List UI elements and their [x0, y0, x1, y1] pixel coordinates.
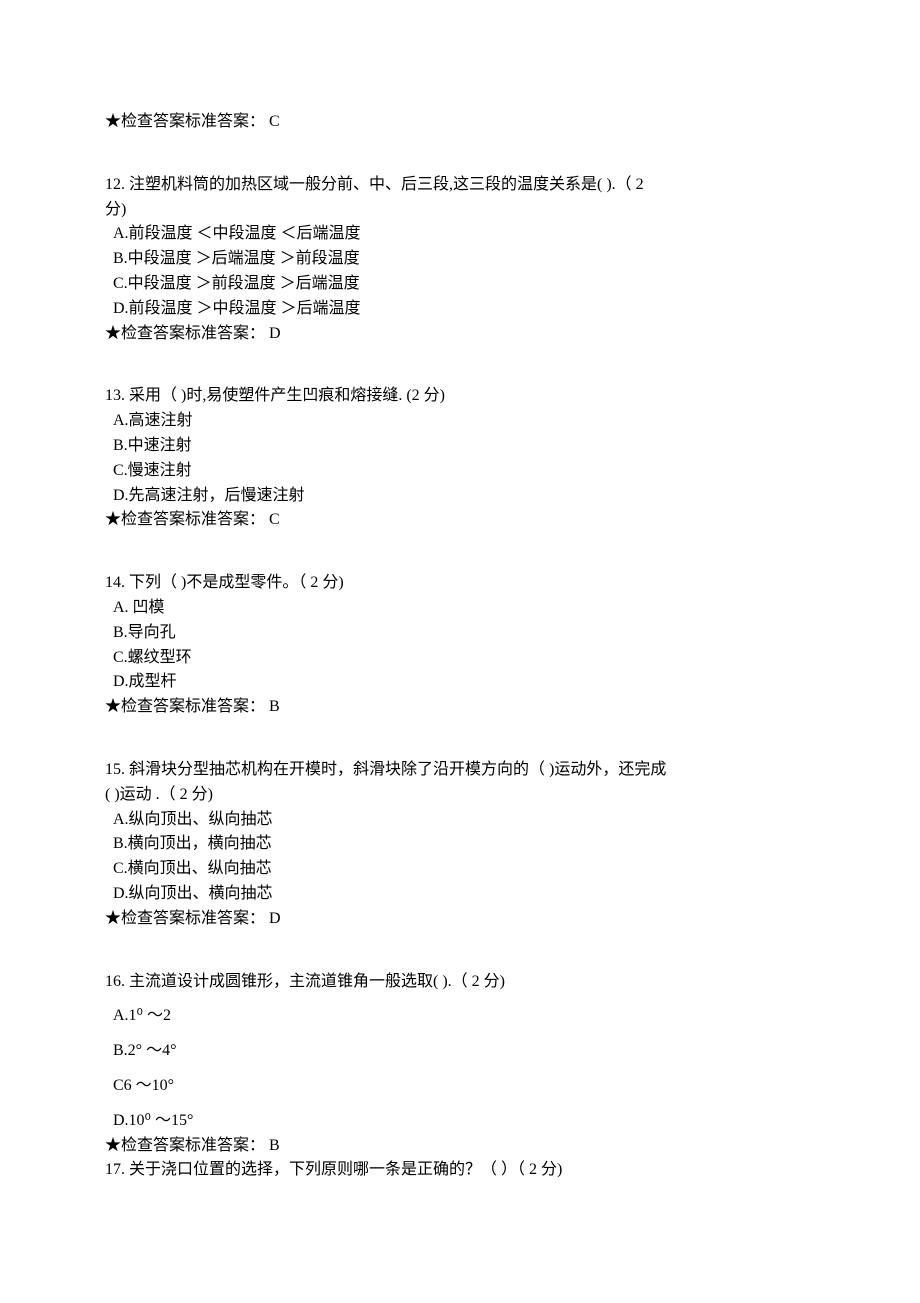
q15-stem-line1: 15. 斜滑块分型抽芯机构在开模时，斜滑块除了沿开模方向的（ )运动外，还完成	[105, 758, 825, 783]
q11-answer-line: ★检查答案标准答案： C	[105, 110, 825, 135]
q13-option-a: A.高速注射	[105, 409, 825, 434]
q13-option-d: D.先高速注射，后慢速注射	[105, 484, 825, 509]
q14-option-b: B.导向孔	[105, 621, 825, 646]
q14-block: 14. 下列（ )不是成型零件。（ 2 分) A. 凹模 B.导向孔 C.螺纹型…	[105, 571, 825, 720]
q14-option-c: C.螺纹型环	[105, 646, 825, 671]
q12-option-a: A.前段温度 ＜中段温度 ＜后端温度	[105, 222, 825, 247]
q14-option-d: D.成型杆	[105, 670, 825, 695]
document-page: ★检查答案标准答案： C 12. 注塑机料筒的加热区域一般分前、中、后三段,这三…	[0, 0, 920, 1303]
q16-answer-line: ★检查答案标准答案： B	[105, 1134, 825, 1159]
q17-stem: 17. 关于浇口位置的选择，下列原则哪一条是正确的？（ ）（ 2 分)	[105, 1158, 825, 1183]
q16-option-d: D.10⁰ 〜15°	[105, 1109, 825, 1134]
q15-answer-line: ★检查答案标准答案： D	[105, 907, 825, 932]
q15-stem-line2: ( )运动 .（ 2 分)	[105, 783, 825, 808]
q14-answer-line: ★检查答案标准答案： B	[105, 695, 825, 720]
q16-option-a: A.1⁰ 〜2	[105, 1004, 825, 1029]
q12-stem-line2: 分)	[105, 198, 825, 223]
q12-option-d: D.前段温度 ＞中段温度 ＞后端温度	[105, 297, 825, 322]
q12-answer-line: ★检查答案标准答案： D	[105, 322, 825, 347]
q13-option-c: C.慢速注射	[105, 459, 825, 484]
q12-block: 12. 注塑机料筒的加热区域一般分前、中、后三段,这三段的温度关系是( ).（ …	[105, 173, 825, 347]
q13-option-b: B.中速注射	[105, 434, 825, 459]
q14-option-a: A. 凹模	[105, 596, 825, 621]
q15-option-c: C.横向顶出、纵向抽芯	[105, 857, 825, 882]
q12-option-b: B.中段温度 ＞后端温度 ＞前段温度	[105, 247, 825, 272]
q13-answer-line: ★检查答案标准答案： C	[105, 508, 825, 533]
q16-stem: 16. 主流道设计成圆锥形，主流道锥角一般选取( ).（ 2 分)	[105, 970, 825, 995]
q13-block: 13. 采用（ )时,易使塑件产生凹痕和熔接缝. (2 分) A.高速注射 B.…	[105, 384, 825, 533]
q16-option-c: C6 〜10°	[105, 1074, 825, 1099]
q13-stem: 13. 采用（ )时,易使塑件产生凹痕和熔接缝. (2 分)	[105, 384, 825, 409]
q16-option-b: B.2° 〜4°	[105, 1039, 825, 1064]
q12-option-c: C.中段温度 ＞前段温度 ＞后端温度	[105, 272, 825, 297]
q15-option-b: B.横向顶出，横向抽芯	[105, 832, 825, 857]
q14-stem: 14. 下列（ )不是成型零件。（ 2 分)	[105, 571, 825, 596]
q16-block: 16. 主流道设计成圆锥形，主流道锥角一般选取( ).（ 2 分) A.1⁰ 〜…	[105, 970, 825, 1159]
q15-option-d: D.纵向顶出、横向抽芯	[105, 882, 825, 907]
q15-option-a: A.纵向顶出、纵向抽芯	[105, 808, 825, 833]
q15-block: 15. 斜滑块分型抽芯机构在开模时，斜滑块除了沿开模方向的（ )运动外，还完成 …	[105, 758, 825, 932]
q12-stem-line1: 12. 注塑机料筒的加热区域一般分前、中、后三段,这三段的温度关系是( ).（ …	[105, 173, 825, 198]
